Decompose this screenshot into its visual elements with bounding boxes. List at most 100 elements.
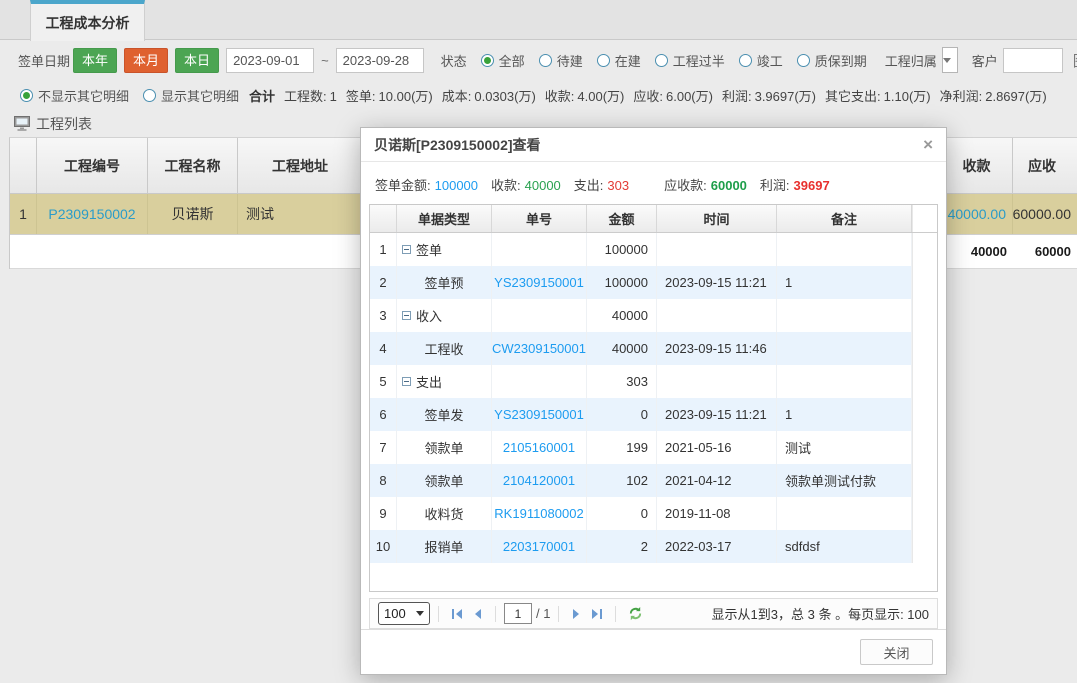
prev-page-icon[interactable]: [472, 608, 483, 620]
project-list-title: 工程列表: [36, 114, 92, 134]
status-radio-label: 全部: [499, 51, 525, 70]
modal-summary-label: 利润:: [760, 178, 790, 193]
doc-no-cell: 2203170001: [492, 530, 587, 563]
page-number-input[interactable]: [504, 603, 532, 624]
header-row-number: [10, 138, 37, 193]
date-to-input[interactable]: [336, 48, 424, 73]
summary-stat-value: 1.10(万): [884, 89, 931, 104]
doc-amount-cell: 40000: [587, 299, 657, 332]
detail-toggle-hide-other-detail[interactable]: 不显示其它明细: [20, 86, 129, 105]
summary-stat-key: 工程数:: [284, 89, 327, 104]
document-table-body: 1签单1000002签单预YS23091500011000002023-09-1…: [370, 233, 937, 563]
doc-no-link[interactable]: YS2309150001: [494, 407, 584, 422]
dropdown-caret-icon: [416, 611, 424, 616]
doc-row[interactable]: 7领款单21051600011992021-05-16测试: [370, 431, 937, 464]
doc-no-link[interactable]: YS2309150001: [494, 275, 584, 290]
doc-row-number: 2: [370, 266, 397, 299]
doc-row[interactable]: 3 收入 40000: [370, 299, 937, 332]
status-radio-building[interactable]: 在建: [597, 51, 641, 70]
first-page-icon[interactable]: [451, 608, 464, 620]
total-pages-label: / 1: [536, 606, 550, 621]
project-address-cell: 测试: [238, 194, 363, 234]
doc-row[interactable]: 5支出303: [370, 365, 937, 398]
project-belong-select[interactable]: [942, 47, 958, 73]
next-page-icon[interactable]: [571, 608, 582, 620]
customer-input[interactable]: [1003, 48, 1063, 73]
doc-no-link[interactable]: CW2309150001: [492, 341, 586, 356]
doc-amount-cell: 0: [587, 497, 657, 530]
doc-row[interactable]: 10报销单220317000122022-03-17sdfdsf: [370, 530, 937, 563]
collapse-icon[interactable]: [402, 377, 411, 386]
modal-title: 贝诺斯[P2309150002]查看: [374, 135, 541, 155]
doc-note-cell: 测试: [777, 431, 912, 464]
modal-summary: 签单金额:100000收款:40000支出:303应收款:60000利润:396…: [361, 162, 946, 204]
quick-date-button-year[interactable]: 本年: [73, 48, 117, 73]
doc-type-cell: 支出: [397, 365, 492, 398]
close-button[interactable]: 关闭: [860, 639, 933, 665]
doc-row[interactable]: 9收料货RK191108000202019-11-08: [370, 497, 937, 530]
doc-note-cell: [777, 497, 912, 530]
collapse-icon[interactable]: [402, 245, 411, 254]
last-page-icon[interactable]: [590, 608, 603, 620]
doc-time-cell: [657, 299, 777, 332]
quick-date-button-month[interactable]: 本月: [124, 48, 168, 73]
project-detail-modal: 贝诺斯[P2309150002]查看 × 签单金额:100000收款:40000…: [360, 127, 947, 675]
status-radio-all[interactable]: 全部: [481, 51, 525, 70]
doc-type-label: 报销单: [424, 537, 463, 556]
doc-no-link[interactable]: 2203170001: [503, 539, 575, 554]
received-amount-link[interactable]: 40000.00: [948, 206, 1006, 222]
status-radio-completed[interactable]: 竣工: [739, 51, 783, 70]
doc-note-cell: 1: [777, 398, 912, 431]
detail-toggle-show-other-detail[interactable]: 显示其它明细: [143, 86, 239, 105]
doc-amount-cell: 2: [587, 530, 657, 563]
doc-time-cell: 2023-09-15 11:21: [657, 266, 777, 299]
doc-no-link[interactable]: RK1911080002: [494, 506, 583, 521]
project-code-link[interactable]: P2309150002: [48, 206, 135, 222]
status-radio-warranty-due[interactable]: 质保到期: [797, 51, 867, 70]
doc-row[interactable]: 1签单100000: [370, 233, 937, 266]
doc-row[interactable]: 2签单预YS23091500011000002023-09-15 11:211: [370, 266, 937, 299]
page-size-select[interactable]: 100: [378, 602, 430, 625]
doc-row-number: 7: [370, 431, 397, 464]
doc-header-type: 单据类型: [397, 205, 492, 232]
doc-amount-cell: 199: [587, 431, 657, 464]
status-radio-label: 待建: [557, 51, 583, 70]
doc-type-label: 收入: [416, 306, 442, 325]
detail-toggle-group: 不显示其它明细显示其它明细: [6, 86, 239, 105]
modal-summary-value: 100000: [435, 178, 478, 193]
date-from-input[interactable]: [226, 48, 314, 73]
tab-project-cost-analysis[interactable]: 工程成本分析: [30, 0, 145, 41]
sign-date-label: 签单日期: [18, 51, 70, 70]
doc-header-no: 单号: [492, 205, 587, 232]
doc-no-link[interactable]: 2104120001: [503, 473, 575, 488]
doc-type-label: 签单: [416, 240, 442, 259]
status-radio-label: 工程过半: [673, 51, 725, 70]
doc-row[interactable]: 6签单发YS230915000102023-09-15 11:211: [370, 398, 937, 431]
status-radio-half-done[interactable]: 工程过半: [655, 51, 725, 70]
pager-divider: [558, 606, 559, 622]
refresh-icon[interactable]: [628, 606, 643, 621]
pager-divider: [495, 606, 496, 622]
doc-gutter-cell: [912, 464, 937, 497]
row-number-cell: 1: [10, 194, 37, 234]
summary-stat-key: 成本:: [442, 89, 472, 104]
close-icon[interactable]: ×: [923, 136, 933, 153]
doc-row[interactable]: 8领款单21041200011022021-04-12领款单测试付款: [370, 464, 937, 497]
doc-type-cell: 收入: [397, 299, 492, 332]
doc-no-cell: [492, 233, 587, 266]
quick-date-button-day[interactable]: 本日: [175, 48, 219, 73]
doc-no-link[interactable]: 2105160001: [503, 440, 575, 455]
doc-type-label: 领款单: [424, 471, 463, 490]
header-project-address: 工程地址: [238, 138, 363, 193]
doc-time-cell: 2019-11-08: [657, 497, 777, 530]
modal-summary-item: 签单金额: 100000: [375, 175, 478, 194]
doc-row-number: 3: [370, 299, 397, 332]
doc-header-gutter: [912, 205, 937, 232]
collapse-icon[interactable]: [402, 311, 411, 320]
status-radio-pending[interactable]: 待建: [539, 51, 583, 70]
modal-summary-item: 利润:39697: [760, 175, 830, 194]
modal-summary-label: 签单金额:: [375, 178, 431, 193]
doc-gutter-cell: [912, 233, 937, 266]
radio-icon: [739, 54, 752, 67]
doc-row[interactable]: 4工程收CW2309150001400002023-09-15 11:46: [370, 332, 937, 365]
